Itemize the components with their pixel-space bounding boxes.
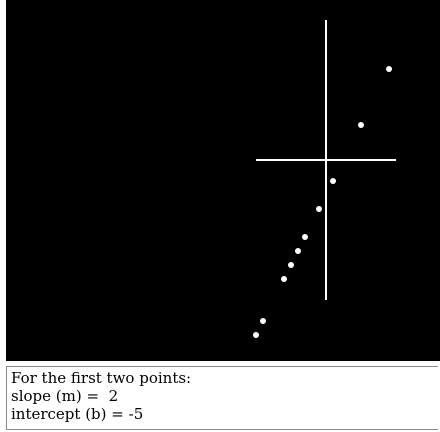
output-line-intercept: intercept (b) = -5 [11,405,144,423]
plot-point-9 [358,122,364,128]
plot-point-7 [316,206,322,212]
output-line-slope: slope (m) = 2 [11,387,119,405]
plot-point-4 [288,262,294,268]
points-layer [253,66,392,338]
plot-point-10 [386,66,392,72]
plot-point-6 [302,234,308,240]
plot-point-5 [295,248,301,254]
output-textbox[interactable]: For the first two points: slope (m) = 2 … [6,366,438,430]
plot-svg [253,20,396,338]
plot-point-3 [281,276,287,282]
output-line-heading: For the first two points: [11,369,192,387]
plot-canvas [6,0,440,361]
plot-point-2 [260,318,266,324]
plot-point-1 [253,332,259,338]
plot-point-8 [330,178,336,184]
